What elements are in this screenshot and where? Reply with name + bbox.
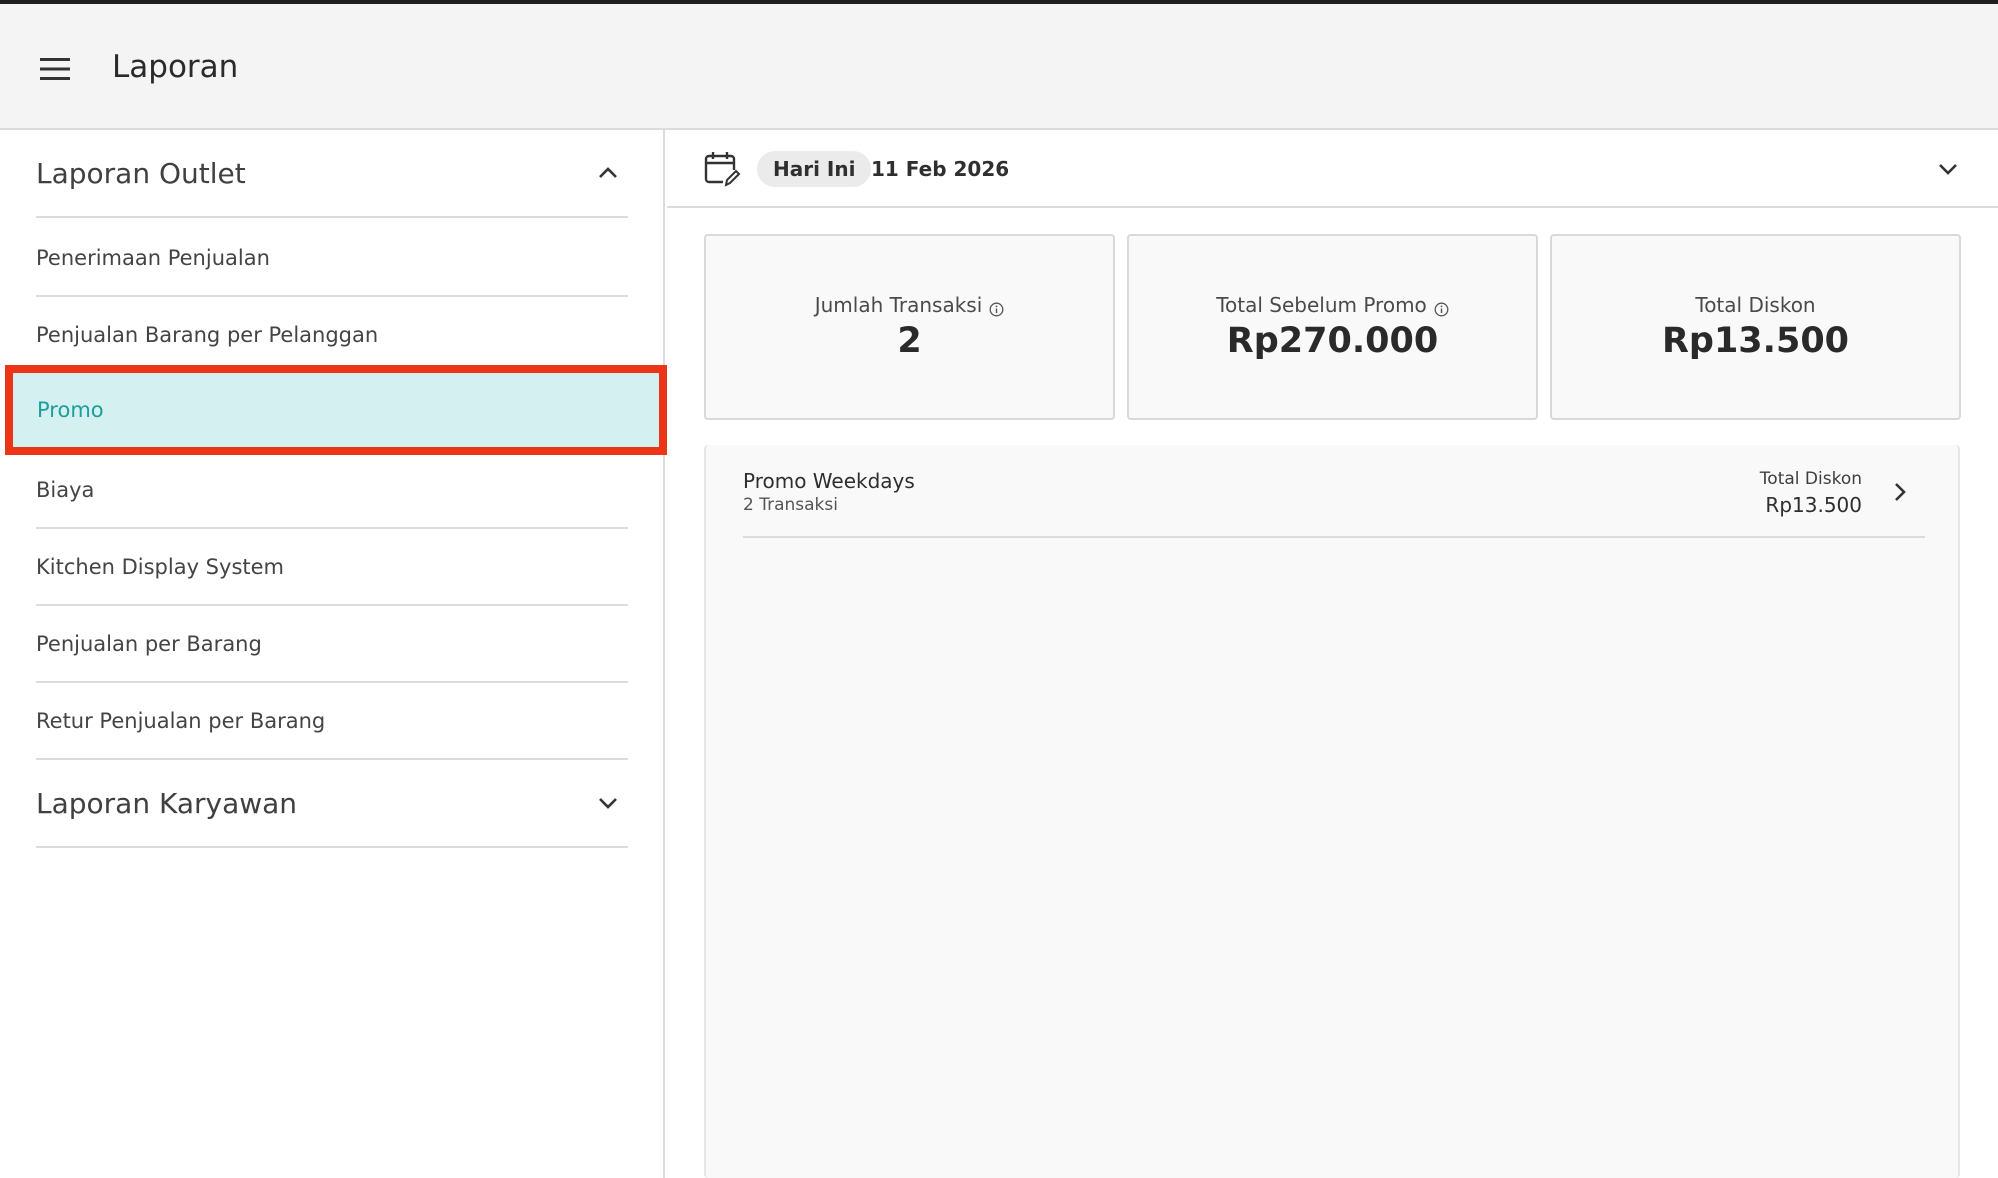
report-content: Hari Ini 11 Feb 2026 Jumlah Transaksi 2 … (667, 130, 1998, 1178)
promo-list: Promo Weekdays 2 Transaksi Total Diskon … (704, 445, 1960, 1178)
stat-label: Jumlah Transaksi (814, 293, 983, 317)
date-filter-bar[interactable]: Hari Ini 11 Feb 2026 (667, 130, 1998, 208)
sidebar-item-penerimaan-penjualan[interactable]: Penerimaan Penjualan (36, 220, 628, 297)
stat-card-jumlah-transaksi: Jumlah Transaksi 2 (704, 234, 1115, 420)
stat-label: Total Sebelum Promo (1216, 293, 1427, 317)
promo-total-value: Rp13.500 (1765, 493, 1862, 517)
selected-date: 11 Feb 2026 (871, 157, 1010, 181)
chevron-right-icon[interactable] (1883, 475, 1917, 509)
section-title: Laporan Karyawan (36, 786, 298, 820)
sidebar-item-promo[interactable]: Promo (5, 365, 667, 455)
hamburger-menu-icon[interactable] (30, 44, 80, 94)
promo-transaction-count: 2 Transaksi (743, 495, 838, 515)
info-icon[interactable] (1434, 298, 1449, 316)
stat-label: Total Diskon (1695, 293, 1816, 317)
section-laporan-outlet[interactable]: Laporan Outlet (36, 130, 628, 218)
stat-card-total-sebelum-promo: Total Sebelum Promo Rp270.000 (1127, 234, 1538, 420)
report-sidebar: Laporan Outlet Penerimaan Penjualan Penj… (0, 130, 667, 1178)
section-title: Laporan Outlet (36, 156, 246, 190)
page-title: Laporan (112, 49, 239, 85)
section-laporan-karyawan[interactable]: Laporan Karyawan (36, 760, 628, 848)
stat-value: 2 (897, 321, 922, 361)
promo-total-label: Total Diskon (1759, 469, 1862, 489)
stat-value: Rp13.500 (1661, 321, 1850, 361)
chevron-down-icon[interactable] (1929, 150, 1967, 188)
sidebar-item-penjualan-per-barang[interactable]: Penjualan per Barang (36, 606, 628, 683)
app-bar: Laporan (0, 4, 1998, 130)
sidebar-item-retur-penjualan-per-barang[interactable]: Retur Penjualan per Barang (36, 683, 628, 760)
stat-card-total-diskon: Total Diskon Rp13.500 (1550, 234, 1961, 420)
sidebar-item-penjualan-barang-per-pelanggan[interactable]: Penjualan Barang per Pelanggan (36, 297, 628, 374)
calendar-edit-icon[interactable] (703, 150, 741, 188)
stat-value: Rp270.000 (1226, 321, 1439, 361)
chevron-up-icon[interactable] (588, 153, 628, 193)
chevron-down-icon[interactable] (588, 783, 628, 823)
list-item[interactable]: Promo Weekdays 2 Transaksi Total Diskon … (743, 445, 1925, 538)
date-range-chip[interactable]: Hari Ini (757, 151, 872, 187)
sidebar-item-kitchen-display-system[interactable]: Kitchen Display System (36, 529, 628, 606)
sidebar-item-biaya[interactable]: Biaya (36, 452, 628, 529)
info-icon[interactable] (989, 298, 1004, 316)
promo-name: Promo Weekdays (743, 469, 915, 493)
